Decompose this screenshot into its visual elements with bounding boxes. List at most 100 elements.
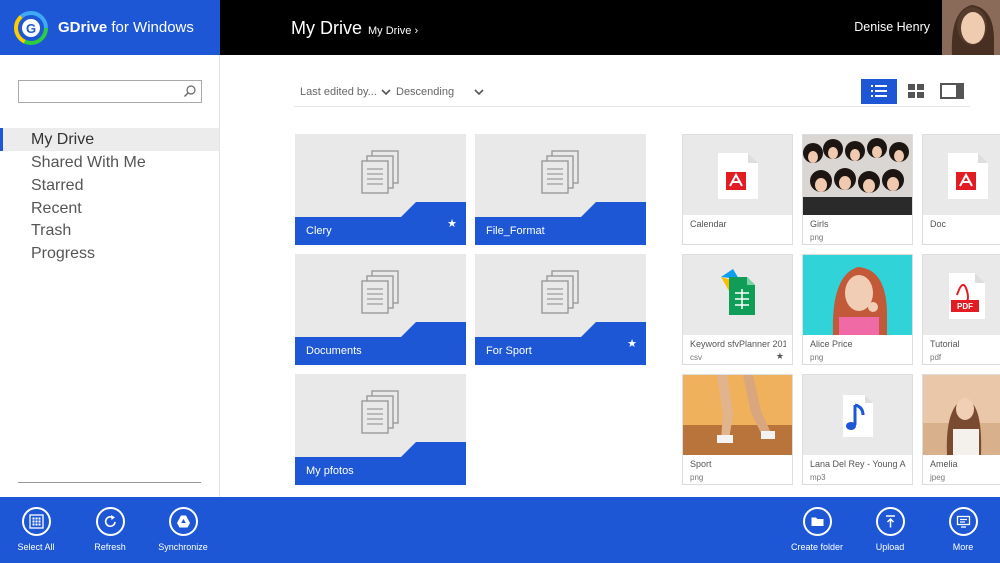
folder-name: Clery: [306, 225, 332, 237]
svg-text:G: G: [26, 21, 36, 36]
file-type: csv: [690, 353, 702, 362]
sidebar-item-shared-with-me[interactable]: Shared With Me: [0, 151, 219, 174]
folder-name: Documents: [306, 345, 362, 357]
file-thumbnail: [923, 375, 1000, 455]
star-icon[interactable]: ★: [776, 351, 784, 362]
file-name: Tutorial: [930, 339, 960, 349]
folder-tile[interactable]: My pfotos: [295, 374, 466, 485]
search-input[interactable]: [19, 81, 179, 102]
sort-order-dropdown[interactable]: Descending: [396, 86, 484, 98]
user-name[interactable]: Denise Henry: [854, 20, 930, 34]
top-bar: My Drive My Drive › Denise Henry: [220, 0, 1000, 55]
folder-tile[interactable]: Clery ★: [295, 134, 466, 245]
breadcrumb[interactable]: My Drive ›: [368, 25, 418, 37]
search-icon[interactable]: [183, 84, 197, 98]
upload-button[interactable]: Upload: [850, 507, 930, 552]
folder-band: [295, 442, 466, 485]
folder-name: File_Format: [486, 225, 545, 237]
file-name: Girls: [810, 219, 829, 229]
folder-tile[interactable]: For Sport ★: [475, 254, 646, 365]
file-name: Calendar: [690, 219, 727, 229]
app-title: GDrive for Windows: [58, 19, 194, 36]
select-all-label: Select All: [17, 542, 55, 552]
file-type: mp3: [810, 473, 826, 482]
file-name: Amelia: [930, 459, 958, 469]
upload-icon: [885, 515, 895, 528]
sidebar-item-my-drive[interactable]: My Drive: [0, 128, 219, 151]
refresh-button[interactable]: Refresh: [70, 507, 150, 552]
file-tile[interactable]: Sport png: [682, 374, 793, 485]
folder-name: My pfotos: [306, 465, 354, 477]
select-all-icon: [28, 514, 44, 529]
star-icon[interactable]: ★: [447, 217, 457, 230]
file-thumbnail: [683, 135, 792, 215]
folder-documents-icon: [361, 150, 399, 194]
file-type: png: [690, 473, 704, 482]
folder-icon: [811, 517, 823, 526]
search-box[interactable]: [18, 80, 202, 103]
folder-documents-icon: [361, 270, 399, 314]
chevron-down-icon: [381, 89, 391, 96]
list-view-icon[interactable]: [861, 79, 897, 104]
folder-band: [295, 202, 466, 245]
file-thumbnail: [803, 255, 912, 335]
folder-tile[interactable]: File_Format: [475, 134, 646, 245]
file-tile[interactable]: Doc: [922, 134, 1000, 245]
photo-thumbnail: [923, 375, 1000, 455]
grid-view-icon[interactable]: [905, 80, 927, 102]
folder-band: [475, 322, 646, 365]
photo-thumbnail: [803, 255, 912, 335]
file-tile[interactable]: Calendar: [682, 134, 793, 245]
photo-thumbnail: [683, 375, 792, 455]
sidebar-divider: [18, 482, 201, 483]
file-thumbnail: PDF: [923, 255, 1000, 335]
create-folder-label: Create folder: [790, 542, 844, 552]
synchronize-button[interactable]: Synchronize: [143, 507, 223, 552]
sidebar-item-progress[interactable]: Progress: [0, 242, 219, 265]
sidebar: My Drive Shared With Me Starred Recent T…: [0, 55, 220, 497]
acrobat-icon: [718, 153, 758, 199]
details-pane-icon[interactable]: [937, 80, 967, 102]
sheets-icon: [721, 269, 755, 315]
file-name: Alice Price: [810, 339, 853, 349]
file-tile[interactable]: Amelia jpeg: [922, 374, 1000, 485]
app-brand: G GDrive for Windows: [0, 0, 220, 55]
folder-band: [475, 202, 646, 245]
file-tile[interactable]: Keyword sfvPlanner 201... csv ★: [682, 254, 793, 365]
chevron-down-icon: [474, 89, 484, 96]
sidebar-item-trash[interactable]: Trash: [0, 219, 219, 242]
create-folder-button[interactable]: Create folder: [777, 507, 857, 552]
gdrive-logo-icon: G: [14, 10, 48, 45]
toolbar-divider: [294, 106, 970, 107]
synchronize-label: Synchronize: [158, 542, 208, 552]
photo-thumbnail: [803, 135, 912, 215]
drive-sync-icon: [176, 515, 190, 528]
star-icon[interactable]: ★: [627, 337, 637, 350]
refresh-icon: [104, 515, 116, 528]
file-thumbnail: [683, 255, 792, 335]
user-avatar[interactable]: [942, 0, 1000, 55]
folder-tile[interactable]: Documents: [295, 254, 466, 365]
svg-text:PDF: PDF: [957, 302, 973, 311]
chevron-right-icon: ›: [414, 25, 419, 37]
file-tile[interactable]: Alice Price png: [802, 254, 913, 365]
file-tile[interactable]: Girls png: [802, 134, 913, 245]
folder-documents-icon: [541, 150, 579, 194]
file-name: Doc: [930, 219, 947, 229]
page-title: My Drive: [291, 18, 362, 38]
file-type: pdf: [930, 353, 942, 362]
file-name: Keyword sfvPlanner 201...: [690, 339, 786, 349]
file-tile[interactable]: PDF Tutorial pdf: [922, 254, 1000, 365]
sidebar-item-starred[interactable]: Starred: [0, 174, 219, 197]
file-name: Lana Del Rey - Young A...: [810, 459, 906, 469]
more-icon: [956, 515, 970, 528]
folder-band: [295, 322, 466, 365]
select-all-button[interactable]: Select All: [0, 507, 76, 552]
folder-documents-icon: [361, 390, 399, 434]
file-tile[interactable]: Lana Del Rey - Young A... mp3: [802, 374, 913, 485]
sort-field-dropdown[interactable]: Last edited by...: [300, 86, 391, 98]
upload-label: Upload: [875, 542, 905, 552]
more-button[interactable]: More: [923, 507, 1000, 552]
sidebar-item-recent[interactable]: Recent: [0, 197, 219, 220]
music-note-icon: [843, 395, 873, 437]
